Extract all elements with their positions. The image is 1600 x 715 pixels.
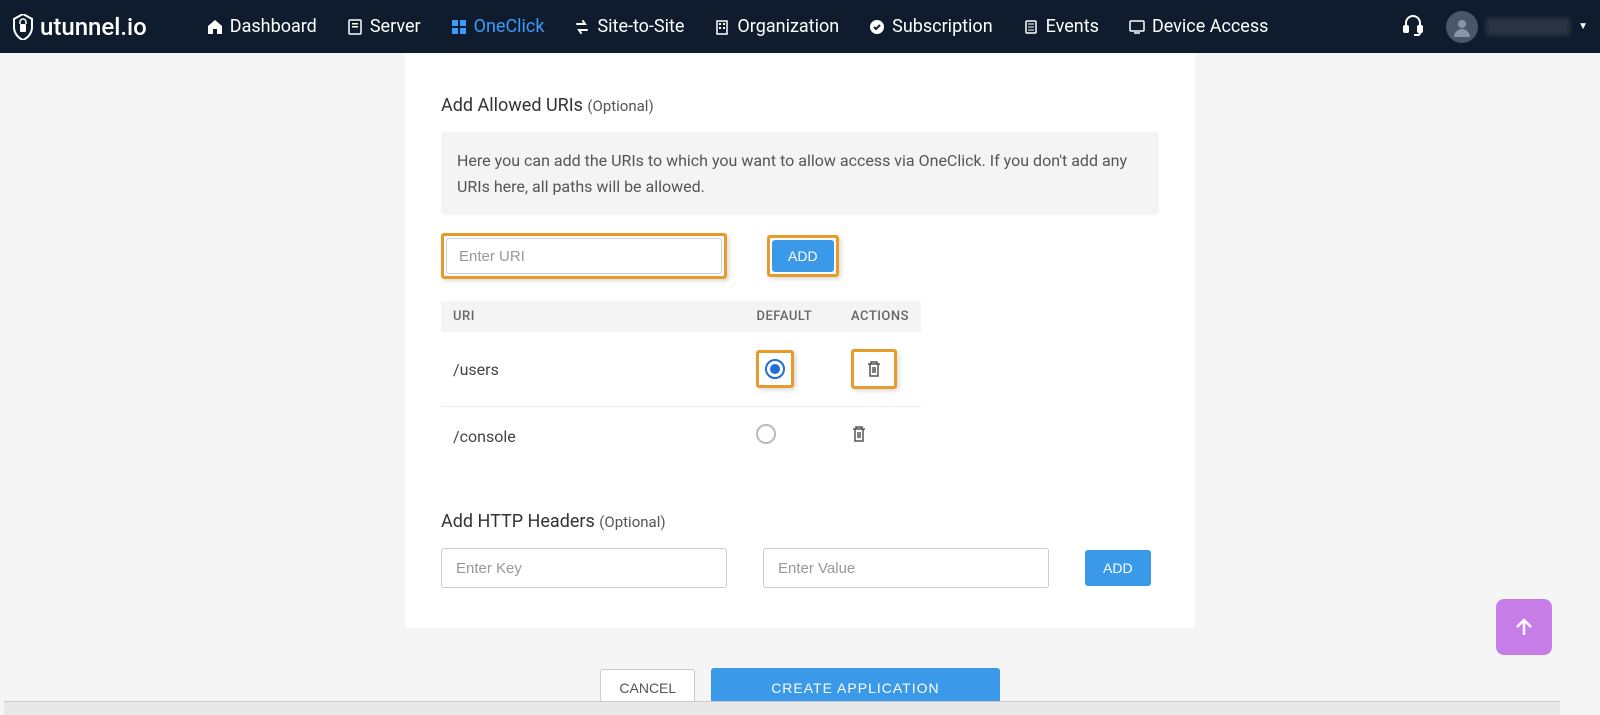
title-text: Add HTTP Headers (441, 511, 599, 532)
nav-oneclick[interactable]: OneClick (451, 16, 545, 37)
building-icon (714, 19, 730, 35)
nav-label: Dashboard (230, 16, 317, 37)
arrows-icon (574, 19, 590, 35)
headers-section-title: Add HTTP Headers (Optional) (441, 511, 1159, 532)
nav-device-access[interactable]: Device Access (1129, 16, 1268, 37)
default-radio[interactable] (765, 359, 785, 379)
col-header-default: DEFAULT (744, 301, 839, 332)
uri-cell: /console (441, 407, 744, 466)
table-row: /users (441, 332, 921, 407)
nav-label: Device Access (1152, 16, 1268, 37)
top-navigation: utunnel.io Dashboard Server OneClick Sit… (0, 0, 1600, 53)
uri-cell: /users (441, 332, 744, 407)
uri-table: URI DEFAULT ACTIONS /users (441, 301, 921, 465)
nav-subscription[interactable]: Subscription (869, 16, 993, 37)
trash-icon[interactable] (856, 354, 892, 384)
headers-input-row: ADD (441, 548, 1159, 588)
uris-section-title: Add Allowed URIs (Optional) (441, 95, 1159, 116)
col-header-uri: URI (441, 301, 744, 332)
add-uri-button[interactable]: ADD (772, 240, 834, 272)
page-body: Add Allowed URIs (Optional) Here you can… (0, 53, 1600, 715)
nav-dashboard[interactable]: Dashboard (207, 16, 317, 37)
highlight-uri-input (441, 233, 727, 279)
server-icon (347, 19, 363, 35)
brand-text: utunnel.io (40, 13, 147, 41)
check-circle-icon (869, 19, 885, 35)
trash-icon[interactable] (851, 428, 867, 447)
optional-label: (Optional) (587, 97, 653, 115)
nav-server[interactable]: Server (347, 16, 421, 37)
nav-events[interactable]: Events (1023, 16, 1099, 37)
caret-down-icon: ▼ (1578, 21, 1588, 32)
highlight-default-radio (756, 350, 794, 388)
header-key-input[interactable] (441, 548, 727, 588)
monitor-icon (1129, 19, 1145, 35)
title-text: Add Allowed URIs (441, 95, 587, 116)
home-icon (207, 19, 223, 35)
default-radio[interactable] (756, 424, 776, 444)
uris-info-box: Here you can add the URIs to which you w… (441, 132, 1159, 215)
logo-icon (12, 14, 34, 40)
grid-icon (451, 19, 467, 35)
nav-label: Subscription (892, 16, 993, 37)
user-menu[interactable]: ▼ (1446, 11, 1588, 43)
nav-organization[interactable]: Organization (714, 16, 839, 37)
header-value-input[interactable] (763, 548, 1049, 588)
brand-logo[interactable]: utunnel.io (12, 13, 147, 41)
uri-input-row: ADD (441, 233, 1159, 279)
table-row: /console (441, 407, 921, 466)
nav-site-to-site[interactable]: Site-to-Site (574, 16, 684, 37)
nav-label: Server (370, 16, 421, 37)
add-header-button[interactable]: ADD (1085, 550, 1151, 586)
content-card: Add Allowed URIs (Optional) Here you can… (405, 53, 1195, 628)
nav-label: Organization (737, 16, 839, 37)
optional-label: (Optional) (599, 513, 665, 531)
nav-items: Dashboard Server OneClick Site-to-Site O… (207, 16, 1269, 37)
scroll-to-top-button[interactable] (1496, 599, 1552, 655)
nav-right: ▼ (1402, 11, 1588, 43)
nav-label: Site-to-Site (597, 16, 684, 37)
list-icon (1023, 19, 1039, 35)
user-name (1486, 18, 1570, 36)
highlight-delete-btn (851, 349, 897, 389)
highlight-add-btn: ADD (767, 235, 839, 277)
arrow-up-icon (1512, 615, 1536, 639)
uri-input[interactable] (446, 238, 722, 274)
nav-label: OneClick (474, 16, 545, 37)
nav-label: Events (1046, 16, 1099, 37)
support-icon[interactable] (1402, 14, 1424, 40)
col-header-actions: ACTIONS (839, 301, 921, 332)
horizontal-scrollbar[interactable] (4, 701, 1560, 715)
avatar (1446, 11, 1478, 43)
